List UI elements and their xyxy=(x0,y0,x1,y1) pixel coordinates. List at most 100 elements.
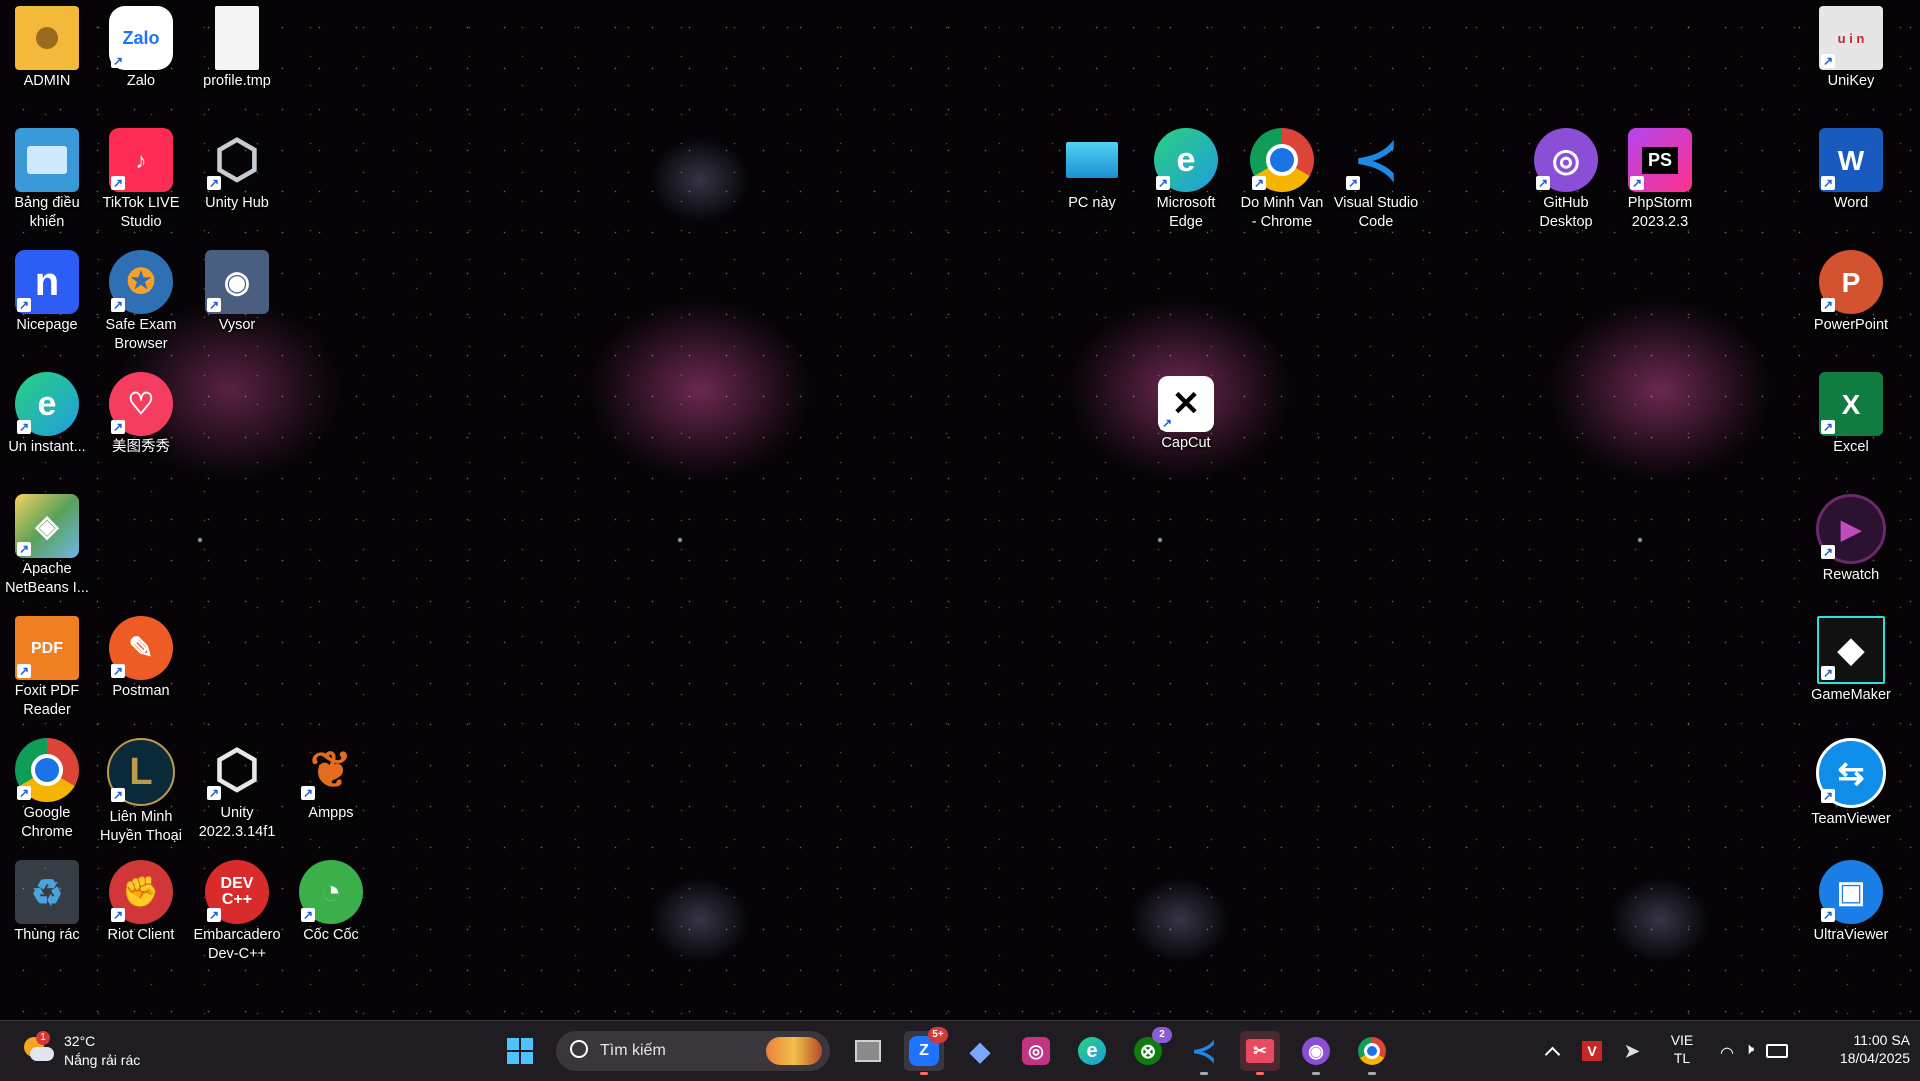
desktop-icon-teamviewer[interactable]: ⇆ ↗ TeamViewer xyxy=(1804,734,1898,852)
wifi-icon: ◠ xyxy=(1720,1045,1734,1062)
weather-widget[interactable]: 1 32°C Nắng rải rác xyxy=(20,1031,160,1071)
desktop-icon-chrome-profile[interactable]: ↗ Do Minh Van - Chrome xyxy=(1235,124,1329,242)
start-button[interactable] xyxy=(500,1031,540,1071)
desktop-icon-github-desktop[interactable]: ◎ ↗ GitHub Desktop xyxy=(1519,124,1613,242)
taskbar-messenger[interactable]: ◎ xyxy=(1016,1031,1056,1071)
taskbar-vscode[interactable]: ≺ xyxy=(1184,1031,1224,1075)
desktop-icon-admin[interactable]: ADMIN xyxy=(0,2,94,120)
desktop-icon-ultraviewer[interactable]: ▣ ↗ UltraViewer xyxy=(1804,856,1898,974)
taskbar-snipping-tool[interactable]: ✂ xyxy=(1240,1031,1280,1075)
chevron-up-icon xyxy=(1544,1046,1560,1062)
running-indicator xyxy=(920,1072,928,1075)
desktop-icon-vscode[interactable]: ≺ ↗ Visual Studio Code xyxy=(1329,124,1423,242)
mute-icon: 🕨 xyxy=(1744,1041,1755,1058)
input-language-indicator[interactable]: VIE TL xyxy=(1660,1031,1704,1071)
desktop-icon-zalo[interactable]: Zalo ↗ Zalo xyxy=(94,2,188,120)
clock-date: 18/04/2025 xyxy=(1839,1050,1910,1066)
netbeans-icon: ◈ ↗ xyxy=(15,494,79,558)
desktop-icon-rewatch[interactable]: ▶ ↗ Rewatch xyxy=(1804,490,1898,608)
search-icon xyxy=(570,1040,588,1058)
taskbar-search[interactable]: Tìm kiếm xyxy=(556,1031,830,1071)
vscode-taskbar-icon: ≺ xyxy=(1191,1034,1217,1068)
desktop-icon-vysor[interactable]: ◉ ↗ Vysor xyxy=(190,246,284,364)
desktop-icon-riot-client[interactable]: ✊ ↗ Riot Client xyxy=(94,856,188,974)
desktop-icon-unity-hub[interactable]: ⬡ ↗ Unity Hub xyxy=(190,124,284,242)
ampps-icon: ❦ ↗ xyxy=(301,741,352,800)
battery-icon xyxy=(1766,1044,1788,1058)
foxit-icon: PDF ↗ xyxy=(15,616,79,680)
taskbar-github[interactable]: ◉ xyxy=(1296,1031,1336,1075)
desktop-icon-unikey[interactable]: u i n ↗ UniKey xyxy=(1804,2,1898,120)
desktop-icon-microsoft-edge[interactable]: e ↗ Microsoft Edge xyxy=(1139,124,1233,242)
desktop-icon-phpstorm[interactable]: PS ↗ PhpStorm 2023.2.3 xyxy=(1613,124,1707,242)
desktop-icon-foxit[interactable]: PDF ↗ Foxit PDF Reader xyxy=(0,612,94,730)
running-indicator xyxy=(1368,1072,1376,1075)
desktop-icon-google-chrome[interactable]: ↗ Google Chrome xyxy=(0,734,94,852)
zalo-unread-badge: 5+ xyxy=(928,1027,948,1043)
tray-overflow-button[interactable] xyxy=(1538,1031,1566,1071)
taskbar: 1 32°C Nắng rải rác Tìm kiếm Z 5+ ◆ ◎ e … xyxy=(0,1020,1920,1081)
ultraviewer-icon: ▣ ↗ xyxy=(1819,860,1883,924)
clock[interactable]: 11:00 SA 18/04/2025 xyxy=(1800,1031,1910,1071)
task-view-icon xyxy=(855,1040,881,1062)
chrome-icon: ↗ xyxy=(15,738,79,802)
desktop-icon-powerpoint[interactable]: P ↗ PowerPoint xyxy=(1804,246,1898,364)
vscode-icon: ≺ ↗ xyxy=(1346,129,1399,190)
desktop-icon-apache-netbeans[interactable]: ◈ ↗ Apache NetBeans I... xyxy=(0,490,94,608)
messenger-icon: ◎ xyxy=(1022,1037,1050,1065)
taskbar-chrome[interactable] xyxy=(1352,1031,1392,1075)
desktop-icon-capcut[interactable]: ✕ ↗ CapCut xyxy=(1139,368,1233,486)
desktop-icon-devcpp[interactable]: DEV C++ ↗ Embarcadero Dev-C++ xyxy=(190,856,284,974)
desktop-icon-nicepage[interactable]: n ↗ Nicepage xyxy=(0,246,94,364)
running-indicator xyxy=(1200,1072,1208,1075)
search-placeholder: Tìm kiếm xyxy=(600,1042,666,1059)
desktop-icon-meitu[interactable]: ♡ ↗ 美图秀秀 xyxy=(94,368,188,486)
powerpoint-icon: P ↗ xyxy=(1819,250,1883,314)
coccoc-icon: ◔ ↗ xyxy=(299,860,363,924)
taskbar-edge[interactable]: e xyxy=(1072,1031,1112,1071)
this-pc-icon xyxy=(1060,128,1124,192)
rewatch-icon: ▶ ↗ xyxy=(1816,494,1886,564)
desktop-icon-gamemaker[interactable]: ◆ ↗ GameMaker xyxy=(1804,612,1898,730)
excel-icon: X ↗ xyxy=(1819,372,1883,436)
desktop-icon-word[interactable]: W ↗ Word xyxy=(1804,124,1898,242)
search-highlight-icon xyxy=(766,1037,822,1065)
clock-time: 11:00 SA xyxy=(1853,1032,1910,1048)
chrome-profile-icon: ↗ xyxy=(1250,128,1314,192)
desktop: ADMIN Zalo ↗ Zalo profile.tmp Bảng điều k… xyxy=(0,0,1920,1020)
desktop-icon-profile-tmp[interactable]: profile.tmp xyxy=(190,2,284,120)
desktop-icon-coccoc[interactable]: ◔ ↗ Cốc Cốc xyxy=(284,856,378,974)
control-panel-icon xyxy=(15,128,79,192)
desktop-icon-unity[interactable]: ⬡ ↗ Unity 2022.3.14f1 xyxy=(190,734,284,852)
devcpp-icon: DEV C++ ↗ xyxy=(205,860,269,924)
recycle-bin-icon: ♻ xyxy=(15,860,79,924)
weather-temp: 32°C xyxy=(64,1033,96,1049)
teamviewer-icon: ⇆ ↗ xyxy=(1816,738,1886,808)
taskbar-xbox[interactable]: ⊗ 2 xyxy=(1128,1027,1172,1071)
tray-vivaldi[interactable]: V xyxy=(1578,1031,1606,1071)
desktop-icon-tiktok-live[interactable]: ♪ ↗ TikTok LIVE Studio xyxy=(94,124,188,242)
github-taskbar-icon: ◉ xyxy=(1302,1037,1330,1065)
desktop-icon-ampps[interactable]: ❦ ↗ Ampps xyxy=(284,734,378,852)
send-icon: ➤ xyxy=(1624,1040,1640,1061)
taskbar-zalo[interactable]: Z 5+ xyxy=(904,1027,948,1075)
postman-icon: ✎ ↗ xyxy=(109,616,173,680)
unikey-icon: u i n ↗ xyxy=(1819,6,1883,70)
task-view-button[interactable] xyxy=(848,1031,888,1071)
desktop-icon-un-instant[interactable]: e ↗ Un instant... xyxy=(0,368,94,486)
word-icon: W ↗ xyxy=(1819,128,1883,192)
tray-send[interactable]: ➤ xyxy=(1618,1031,1646,1071)
quick-settings-button[interactable]: ◠ 🕨 xyxy=(1716,1031,1790,1071)
taskbar-copilot[interactable]: ◆ xyxy=(960,1031,1000,1071)
desktop-icon-recycle-bin[interactable]: ♻ Thùng rác xyxy=(0,856,94,974)
desktop-icon-postman[interactable]: ✎ ↗ Postman xyxy=(94,612,188,730)
desktop-icon-lien-minh[interactable]: L ↗ Liên Minh Huyền Thoại xyxy=(94,734,188,852)
vysor-icon: ◉ ↗ xyxy=(205,250,269,314)
desktop-icon-safe-exam-browser[interactable]: ✪ ↗ Safe Exam Browser xyxy=(94,246,188,364)
weather-alert-badge: 1 xyxy=(36,1031,50,1045)
desktop-icon-excel[interactable]: X ↗ Excel xyxy=(1804,368,1898,486)
desktop-icon-control-panel[interactable]: Bảng điều khiển xyxy=(0,124,94,242)
weather-icon: 1 xyxy=(22,1031,54,1061)
desktop-icon-this-pc[interactable]: PC này xyxy=(1045,124,1139,242)
safe-exam-icon: ✪ ↗ xyxy=(109,250,173,314)
